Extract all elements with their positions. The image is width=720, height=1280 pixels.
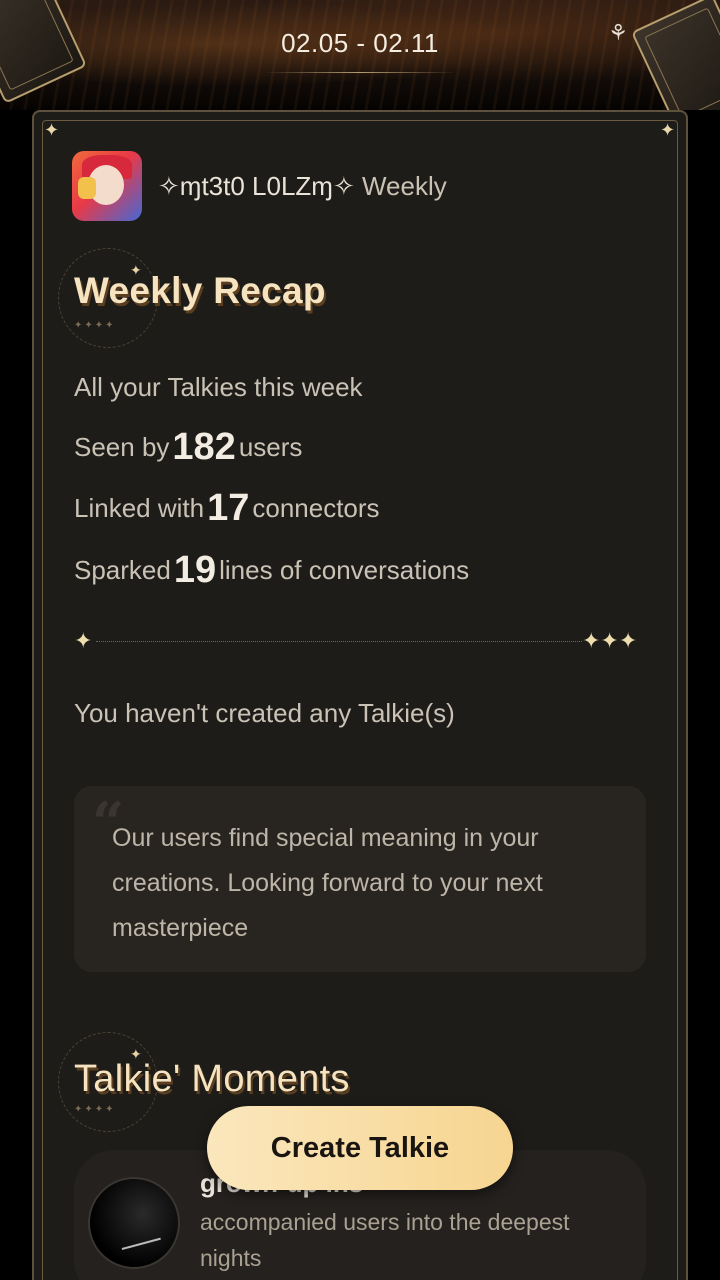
create-talkie-button[interactable]: Create Talkie [207, 1106, 513, 1190]
corner-sparkle-icon: ✦ [660, 120, 676, 140]
user-header: ✧ɱt3t0 L0LZɱ✧ Weekly [72, 151, 447, 221]
stat-seen-count: 182 [172, 426, 236, 468]
top-banner: ⚘ 02.05 - 02.11 [0, 0, 720, 110]
encouragement-quote-box: “ Our users find special meaning in your… [74, 786, 646, 972]
moment-avatar[interactable] [88, 1177, 180, 1269]
weekly-recap-title: Weekly Recap [74, 270, 326, 311]
stat-linked-prefix: Linked with [74, 493, 205, 523]
weekly-label: Weekly [361, 170, 447, 201]
date-underline [264, 72, 456, 73]
avatar[interactable] [72, 151, 142, 221]
stat-sparked: Sparked19 lines of conversations [74, 549, 469, 592]
stat-sparked-count: 19 [173, 549, 217, 591]
encouragement-quote: Our users find special meaning in your c… [112, 824, 543, 942]
divider-sparkle-icon: ✦✦✦ [582, 628, 638, 653]
divider [96, 641, 582, 642]
title-dots: ✦✦✦✦ [74, 1104, 116, 1115]
stat-sparked-suffix: lines of conversations [219, 555, 470, 585]
stat-linked-count: 17 [207, 487, 250, 529]
stat-seen-suffix: users [238, 432, 303, 462]
username: ✧ɱt3t0 L0LZɱ✧ [158, 170, 355, 201]
header-title: ✧ɱt3t0 L0LZɱ✧ Weekly [158, 171, 447, 202]
moment-description: accompanied users into the deepest night… [200, 1209, 570, 1271]
stat-linked: Linked with17 connectors [74, 487, 380, 530]
recap-intro: All your Talkies this week [74, 372, 363, 402]
date-range: 02.05 - 02.11 [281, 28, 439, 58]
stat-seen-prefix: Seen by [74, 432, 170, 462]
talkie-moments-title: Talkie' Moments [74, 1058, 350, 1100]
title-dots: ✦✦✦✦ [74, 320, 116, 331]
no-talkie-message: You haven't created any Talkie(s) [74, 698, 455, 728]
stat-sparked-prefix: Sparked [74, 555, 171, 585]
stat-linked-suffix: connectors [252, 493, 380, 523]
stat-seen: Seen by182 users [74, 426, 302, 469]
corner-sparkle-icon: ✦ [44, 120, 60, 140]
divider-sparkle-icon: ✦ [74, 628, 93, 653]
